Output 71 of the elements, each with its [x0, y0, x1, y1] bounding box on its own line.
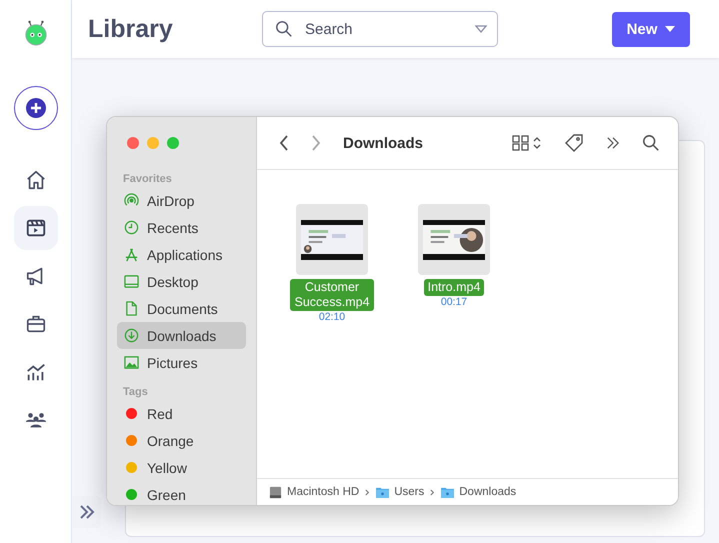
folder-icon [376, 486, 390, 498]
sidebar-item[interactable]: Documents [117, 295, 246, 322]
page-title: Library [88, 14, 174, 44]
more-icon[interactable] [606, 137, 620, 149]
sidebar-label: Yellow [147, 460, 187, 476]
search-input[interactable]: Search [303, 20, 465, 38]
briefcase-icon [24, 313, 46, 335]
section-heading: Favorites [122, 172, 173, 187]
sidebar-item[interactable]: Desktop [117, 268, 246, 295]
sidebar-label: Green [147, 486, 186, 502]
tag-icon[interactable] [564, 133, 584, 153]
sidebar-item[interactable]: Pictures [117, 349, 246, 376]
file-name: Intro.mp4 [424, 279, 484, 296]
sidebar-label: Orange [147, 432, 194, 448]
chart-icon [24, 361, 46, 383]
robot-logo-icon [24, 20, 48, 46]
desktop-icon [124, 274, 138, 289]
video-nav-button[interactable] [14, 206, 58, 250]
video-thumbnail[interactable] [296, 204, 368, 275]
sidebar-item[interactable]: Orange [117, 427, 246, 454]
sidebar-label: Desktop [147, 274, 198, 290]
grid-view-icon[interactable] [512, 135, 542, 151]
sidebar-label: Applications [147, 246, 222, 262]
document-icon [124, 301, 138, 316]
path-item[interactable]: Users [376, 486, 424, 498]
photo-icon [124, 355, 138, 370]
clapperboard-icon [24, 217, 46, 239]
sidebar-label: Pictures [147, 354, 198, 370]
add-button[interactable] [14, 86, 58, 130]
tag-dot-icon [126, 435, 136, 446]
sidebar-item[interactable]: Yellow [117, 454, 246, 481]
search-icon[interactable] [642, 134, 660, 152]
sidebar-item[interactable]: Red [117, 400, 246, 427]
file-duration: 00:17 [440, 296, 468, 308]
sidebar-label: Documents [147, 300, 218, 316]
section-heading: Tags [122, 385, 149, 400]
tag-dot-icon [126, 462, 136, 473]
path-item[interactable]: Downloads [441, 486, 516, 498]
double-chevron-icon [79, 505, 95, 519]
caret-icon [665, 26, 676, 32]
new-button[interactable]: New [612, 12, 690, 46]
apps-icon [124, 247, 138, 262]
sidebar-label: AirDrop [147, 192, 194, 208]
plus-icon [26, 98, 46, 118]
tag-dot-icon [126, 408, 136, 419]
expand-button[interactable] [73, 496, 101, 528]
file-duration: 02:10 [318, 311, 346, 323]
airdrop-icon [124, 193, 138, 208]
sidebar-item[interactable]: Applications [117, 241, 246, 268]
sidebar-label: Downloads [147, 328, 216, 344]
file-name: Customer Success.mp4 [290, 279, 374, 311]
sidebar-item[interactable]: Green [117, 481, 246, 505]
sidebar-label: Red [147, 406, 173, 422]
search-field[interactable]: Search [262, 11, 498, 47]
path-item[interactable]: Macintosh HD [269, 486, 360, 498]
sidebar-item[interactable]: Recents [117, 214, 246, 241]
sidebar-label: Recents [147, 220, 198, 236]
tag-dot-icon [126, 489, 136, 500]
chevron-icon [365, 488, 370, 496]
back-icon[interactable] [279, 135, 289, 151]
chevron-icon [430, 488, 436, 496]
folder-icon [441, 486, 454, 498]
dropdown-icon[interactable] [475, 25, 487, 33]
window-title: Downloads [343, 134, 424, 152]
sidebar-item[interactable]: AirDrop [117, 187, 246, 214]
download-icon [124, 328, 138, 343]
search-icon [275, 20, 293, 38]
sidebar-item[interactable]: Downloads [117, 322, 246, 349]
home-icon [24, 169, 46, 191]
clock-icon [124, 220, 138, 235]
video-thumbnail[interactable] [418, 204, 490, 275]
